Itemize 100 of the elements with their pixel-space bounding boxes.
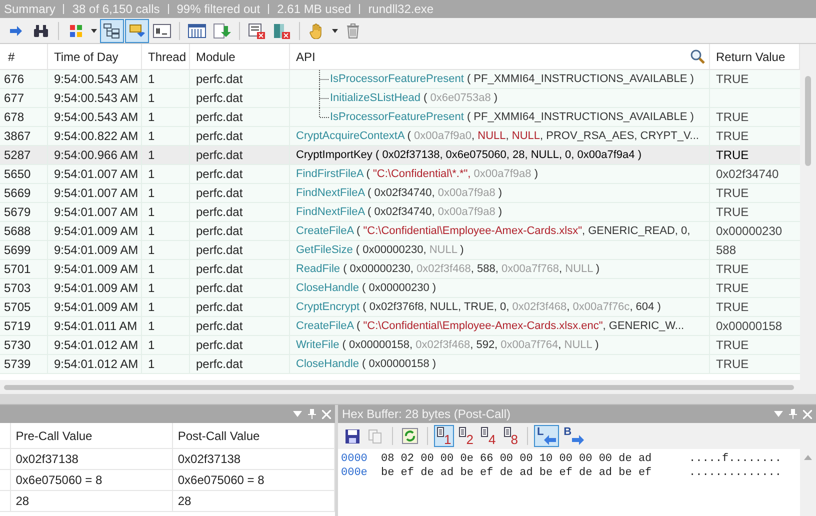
table-cell: perfc.dat <box>190 146 290 164</box>
table-row[interactable]: 5699 9:54:01.009 AM 1 perfc.dat GetFileSize ( 0x00000230, NULL ) 588 <box>0 241 800 260</box>
table-row[interactable]: 5287 9:54:00.966 AM 1 perfc.dat CryptImportKey ( 0x02f37138, 0x6e075060, 28, NULL, 0, 0x00a7f9a4 ) TRUE <box>0 146 800 165</box>
table-cell: perfc.dat <box>190 336 290 354</box>
column-header[interactable]: Pre-Call Value <box>10 423 173 448</box>
table-cell: perfc.dat <box>190 298 290 316</box>
column-header[interactable]: Thread <box>142 44 190 69</box>
table-cell: 5719 <box>0 317 48 335</box>
summary-text: rundll32.exe <box>368 1 434 18</box>
table-cell: 0x6e075060 = 8 <box>10 470 173 490</box>
api-call: IsProcessorFeaturePresent ( PF_XMMI64_INSTRUCTIONS_AVAILABLE ) <box>330 72 694 87</box>
return-value: TRUE <box>716 147 749 164</box>
table-row[interactable]: 678 9:54:00.543 AM 1 perfc.dat IsProcessorFeaturePresent ( PF_XMMI64_INSTRUCTIONS_AVAILABLE ) TRUE <box>0 108 800 127</box>
table-cell: 9:54:00.543 AM <box>48 70 142 88</box>
table-cell: 9:54:01.007 AM <box>48 165 142 183</box>
column-header[interactable]: Post-Call Value <box>172 423 335 448</box>
endian-toggle[interactable]: L <box>534 425 559 447</box>
table-cell: 9:54:00.543 AM <box>48 89 142 107</box>
table-cell: 9:54:01.007 AM <box>48 203 142 221</box>
table-cell: 1 <box>142 108 190 126</box>
table-cell: 9:54:01.009 AM <box>48 222 142 240</box>
table-cell: 9:54:00.822 AM <box>48 127 142 145</box>
table-row[interactable]: 677 9:54:00.543 AM 1 perfc.dat InitializeSListHead ( 0x6e0753a8 ) <box>0 89 800 108</box>
table-cell: 1 <box>142 317 190 335</box>
return-value: TRUE <box>716 337 749 354</box>
table-cell: perfc.dat <box>190 70 290 88</box>
column-header[interactable]: # <box>0 44 48 69</box>
table-cell: perfc.dat <box>190 279 290 297</box>
width-toggle[interactable]: 1 <box>434 425 454 447</box>
table-cell: 3867 <box>0 127 48 145</box>
return-value: TRUE <box>716 109 749 126</box>
table-cell: 1 <box>142 146 190 164</box>
table-cell: 1 <box>142 127 190 145</box>
table-cell: perfc.dat <box>190 203 290 221</box>
table-cell: 1 <box>142 260 190 278</box>
panel-title: Hex Buffer: 28 bytes (Post-Call) <box>342 406 511 423</box>
api-call: GetFileSize ( 0x00000230, NULL ) <box>296 242 464 258</box>
width-toggle[interactable]: 4 <box>478 425 499 447</box>
column-header[interactable]: Module <box>190 44 290 69</box>
table-cell: 9:54:01.009 AM <box>48 260 142 278</box>
table-row[interactable]: 676 9:54:00.543 AM 1 perfc.dat IsProcessorFeaturePresent ( PF_XMMI64_INSTRUCTIONS_AVAILABLE ) TRUE <box>0 70 800 89</box>
table-cell: 0x02f37138 <box>10 449 173 469</box>
table-row[interactable]: 5688 9:54:01.009 AM 1 perfc.dat CreateFileA ( "C:\Confidential\Employee-Amex-Cards.xlsx", GENERIC_READ, 0, 0x00000230 <box>0 222 800 241</box>
return-value: TRUE <box>716 204 749 221</box>
table-cell: 1 <box>142 184 190 202</box>
table-cell: 9:54:01.012 AM <box>48 336 142 354</box>
table-cell: 9:54:01.007 AM <box>48 184 142 202</box>
summary-text: Summary <box>4 1 56 18</box>
return-value: 588 <box>716 242 736 259</box>
api-call: IsProcessorFeaturePresent ( PF_XMMI64_INSTRUCTIONS_AVAILABLE ) <box>330 110 694 125</box>
hex-ascii: .....f........ <box>689 452 782 466</box>
api-call: CreateFileA ( "C:\Confidential\Employee-Amex-Cards.xlsx.enc", GENERIC_W... <box>296 318 684 334</box>
table-cell: 28 <box>10 491 173 511</box>
table-row[interactable]: 5679 9:54:01.007 AM 1 perfc.dat FindNextFileA ( 0x02f34740, 0x00a7f9a8 ) TRUE <box>0 203 800 222</box>
table-row[interactable]: 5650 9:54:01.007 AM 1 perfc.dat FindFirstFileA ( "C:\Confidential\*.*", 0x00a7f9a8 ) 0x02f34740 <box>0 165 800 184</box>
table-cell: perfc.dat <box>190 89 290 107</box>
table-cell: 5739 <box>0 355 48 373</box>
api-call: ReadFile ( 0x00000230, 0x02f3f468, 588, 0x00a7f768, NULL ) <box>296 262 600 277</box>
endian-toggle[interactable]: B <box>560 425 587 447</box>
table-cell: 5699 <box>0 241 48 259</box>
table-cell: 1 <box>142 89 190 107</box>
return-value: TRUE <box>716 128 749 145</box>
return-value: TRUE <box>716 299 749 316</box>
table-row[interactable]: 5701 9:54:01.009 AM 1 perfc.dat ReadFile ( 0x00000230, 0x02f3f468, 588, 0x00a7f768, NULL ) TRUE <box>0 260 800 279</box>
table-row[interactable]: 5669 9:54:01.007 AM 1 perfc.dat FindNextFileA ( 0x02f34740, 0x00a7f9a8 ) TRUE <box>0 184 800 203</box>
table-cell: 0x6e075060 = 8 <box>172 470 335 490</box>
hex-bytes: 08 02 00 00 0e 66 00 00 10 00 00 00 de ad <box>381 452 653 466</box>
table-cell: 9:54:01.009 AM <box>48 241 142 259</box>
api-call: CreateFileA ( "C:\Confidential\Employee-Amex-Cards.xlsx", GENERIC_READ, 0, <box>296 224 690 239</box>
hex-bytes: be ef de ad be ef de ad be ef de ad be ef <box>381 466 653 480</box>
api-call: CryptEncrypt ( 0x02f376f8, NULL, TRUE, 0, 0x02f3f468, 0x00a7f76c, 604 ) <box>296 300 661 315</box>
table-row[interactable]: 5705 9:54:01.009 AM 1 perfc.dat CryptEncrypt ( 0x02f376f8, NULL, TRUE, 0, 0x02f3f468, 0x00a7f76c, 604 ) TRUE <box>0 298 800 317</box>
table-cell: 5688 <box>0 222 48 240</box>
api-call: WriteFile ( 0x00000158, 0x02f3f468, 592, 0x00a7f764, NULL ) <box>296 338 599 353</box>
column-header[interactable]: Time of Day <box>48 44 142 69</box>
summary-text: 99% filtered out <box>176 1 260 18</box>
table-cell: 9:54:01.009 AM <box>48 279 142 297</box>
table-cell: 5287 <box>0 146 48 164</box>
return-value: TRUE <box>716 71 749 88</box>
api-call: FindNextFileA ( 0x02f34740, 0x00a7f9a8 ) <box>296 204 502 220</box>
column-header[interactable]: API <box>290 44 710 69</box>
width-toggle[interactable]: 8 <box>500 425 521 447</box>
table-cell: 0x02f37138 <box>172 449 335 469</box>
table-cell: 9:54:01.009 AM <box>48 298 142 316</box>
table-row[interactable]: 5730 9:54:01.012 AM 1 perfc.dat WriteFile ( 0x00000158, 0x02f3f468, 592, 0x00a7f764, NULL ) TRUE <box>0 336 800 355</box>
table-row[interactable]: 5703 9:54:01.009 AM 1 perfc.dat CloseHandle ( 0x00000230 ) TRUE <box>0 279 800 298</box>
width-toggle[interactable]: 2 <box>456 425 476 447</box>
table-cell: 1 <box>142 70 190 88</box>
table-cell: perfc.dat <box>190 184 290 202</box>
table-cell: 28 <box>172 491 335 511</box>
summary-text: 38 of 6,150 calls <box>72 1 160 18</box>
summary-text: 2.61 MB used <box>277 1 352 18</box>
return-value: TRUE <box>716 356 749 373</box>
table-cell: 9:54:01.011 AM <box>48 317 142 335</box>
table-row[interactable]: 5739 9:54:01.012 AM 1 perfc.dat CloseHandle ( 0x00000158 ) TRUE <box>0 355 800 374</box>
table-row[interactable]: 5719 9:54:01.011 AM 1 perfc.dat CreateFileA ( "C:\Confidential\Employee-Amex-Cards.xlsx.enc", GENERIC_W... 0x00000158 <box>0 317 800 336</box>
hex-offset: 000e <box>341 466 368 480</box>
api-call: FindFirstFileA ( "C:\Confidential\*.*", 0x00a7f9a8 ) <box>296 166 538 182</box>
hex-offset: 0000 <box>341 452 368 466</box>
table-row[interactable]: 3867 9:54:00.822 AM 1 perfc.dat CryptAcquireContextA ( 0x00a7f9a0, NULL, NULL, PROV_RSA_AES, CRYPT_V... TRUE <box>0 127 800 146</box>
